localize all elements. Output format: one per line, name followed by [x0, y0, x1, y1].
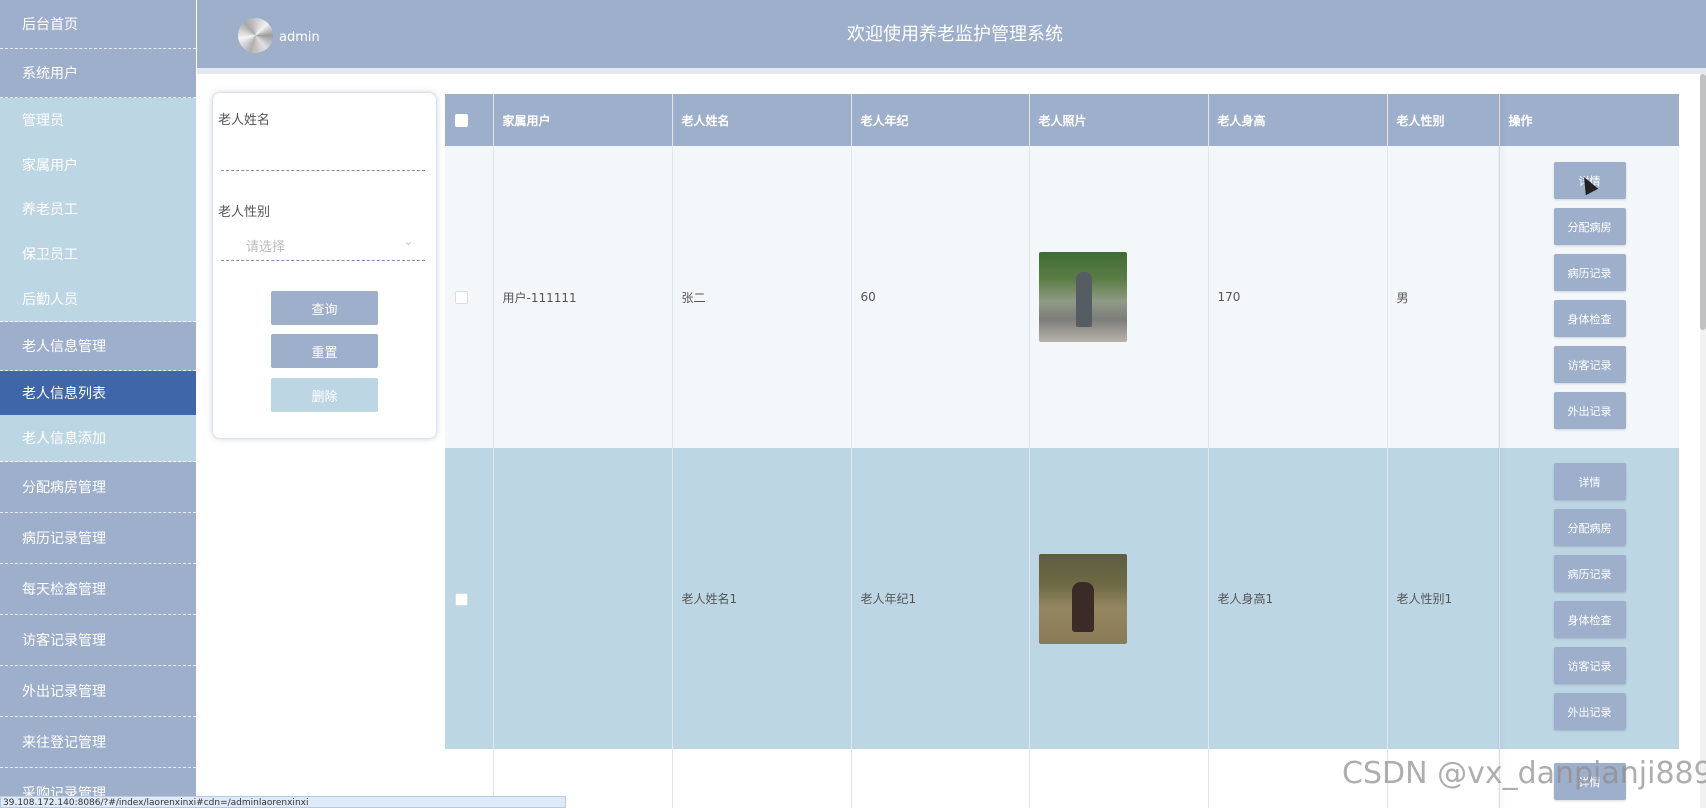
gender-select-placeholder: 请选择: [246, 240, 286, 255]
column-header[interactable]: 老人姓名: [672, 94, 852, 146]
detail-button[interactable]: 详情: [1553, 463, 1626, 500]
column-header[interactable]: 家属用户: [493, 94, 673, 146]
visitor-record-button[interactable]: 访客记录: [1553, 346, 1626, 383]
column-header[interactable]: 老人照片: [1029, 94, 1209, 146]
header-divider: [197, 68, 1706, 74]
select-all-checkbox[interactable]: [455, 114, 468, 127]
elder-photo[interactable]: [1038, 553, 1127, 644]
elder-photo-cell: [1029, 448, 1209, 749]
medical-record-button[interactable]: 病历记录: [1553, 254, 1626, 291]
elder-gender-cell: 老人性别1: [1387, 448, 1500, 749]
assign-ward-button[interactable]: 分配病房: [1553, 208, 1626, 245]
sidebar-item-outing-records[interactable]: 外出记录管理: [0, 666, 196, 717]
row-checkbox[interactable]: [455, 592, 468, 606]
elder-name-cell: 老人姓名1: [672, 448, 852, 749]
sidebar-item-visit-registration[interactable]: 来往登记管理: [0, 717, 196, 768]
visitor-record-button[interactable]: 访客记录: [1553, 647, 1626, 684]
table-row[interactable]: 老人姓名1 老人年纪1 老人身高1 老人性别1 详情 分配病房 病历记录 身体检…: [445, 448, 1679, 749]
admin-username: admin: [279, 30, 320, 45]
family-user-cell: 用户-111111: [493, 146, 673, 448]
elder-height-cell: 170: [1208, 146, 1388, 448]
reset-button[interactable]: 重置: [271, 334, 378, 368]
column-header: 操作: [1499, 94, 1679, 146]
column-header[interactable]: 老人年纪: [851, 94, 1030, 146]
elder-gender-cell: 男: [1387, 146, 1500, 448]
outing-record-button[interactable]: 外出记录: [1553, 392, 1626, 429]
delete-button[interactable]: 删除: [271, 378, 378, 412]
sidebar-item-label: 管理员: [22, 113, 64, 129]
sidebar-item-label: 养老员工: [22, 202, 78, 218]
query-button[interactable]: 查询: [271, 291, 378, 325]
elder-height-cell: 老人身高1: [1208, 448, 1388, 749]
sidebar-item-label: 系统用户: [22, 66, 78, 82]
sidebar-item-label: 外出记录管理: [22, 684, 106, 700]
watermark: CSDN @vx_danpianji889: [1342, 756, 1706, 791]
sidebar-item-label: 老人信息管理: [22, 339, 106, 355]
physical-exam-button[interactable]: 身体检查: [1553, 601, 1626, 638]
elder-name-cell: 张二: [672, 146, 852, 448]
elder-photo-cell: [1029, 146, 1209, 448]
column-header[interactable]: 老人性别: [1387, 94, 1500, 146]
sidebar-item-label: 分配病房管理: [22, 480, 106, 496]
elder-photo[interactable]: [1038, 252, 1127, 342]
medical-record-button[interactable]: 病历记录: [1553, 555, 1626, 592]
elder-name-label: 老人姓名: [218, 113, 271, 128]
sidebar-item-medical-records[interactable]: 病历记录管理: [0, 513, 196, 564]
sidebar-item-elder-info[interactable]: 老人信息管理: [0, 322, 196, 371]
sidebar-item-elder-add[interactable]: 老人信息添加: [0, 415, 196, 462]
sidebar-item-label: 老人信息添加: [22, 431, 106, 447]
elder-table: 家属用户 老人姓名 老人年纪 老人照片 老人身高 老人性别 操作 用户-1111…: [445, 94, 1679, 808]
row-checkbox[interactable]: [455, 291, 468, 304]
sidebar-item-label: 访客记录管理: [22, 633, 106, 649]
assign-ward-button[interactable]: 分配病房: [1553, 509, 1626, 546]
search-panel: 老人姓名 老人性别 请选择 ⌄ 查询 重置 删除: [212, 92, 437, 439]
sidebar-item-label: 后勤人员: [22, 291, 78, 308]
outing-record-button[interactable]: 外出记录: [1553, 693, 1626, 730]
elder-gender-label: 老人性别: [218, 205, 271, 220]
sidebar-item-ward-allocation[interactable]: 分配病房管理: [0, 462, 196, 513]
physical-exam-button[interactable]: 身体检查: [1553, 300, 1626, 337]
actions-cell: 详情 分配病房 病历记录 身体检查 访客记录 外出记录: [1499, 448, 1679, 749]
sidebar-item-label: 家属用户: [22, 157, 78, 174]
table-header-row: 家属用户 老人姓名 老人年纪 老人照片 老人身高 老人性别 操作: [445, 94, 1679, 146]
sidebar-item-care-staff[interactable]: 养老员工: [0, 187, 196, 231]
sidebar-item-label: 病历记录管理: [22, 531, 106, 547]
chevron-down-icon: ⌄: [403, 235, 413, 248]
sidebar-item-home[interactable]: 后台首页: [0, 0, 196, 49]
elder-name-input[interactable]: [221, 143, 425, 171]
sidebar-item-system-users[interactable]: 系统用户: [0, 49, 196, 98]
sidebar-item-label: 保卫员工: [22, 246, 78, 263]
sidebar-item-label: 后台首页: [22, 17, 78, 33]
family-user-cell: [493, 448, 673, 749]
status-bar-url: 39.108.172.140:8086/?#/index/laorenxinxi…: [0, 796, 566, 808]
elder-gender-select[interactable]: 请选择 ⌄: [221, 227, 425, 261]
avatar[interactable]: [238, 18, 273, 53]
table-row[interactable]: 用户-111111 张二 60 170 男 详情 分配病房 病历记录 身体检查 …: [445, 146, 1679, 448]
sidebar-item-admin[interactable]: 管理员: [0, 98, 196, 142]
actions-column-shadow: [1498, 94, 1506, 808]
sidebar: 后台首页 系统用户 管理员 家属用户 养老员工 保卫员工 后勤人员 老人信息管理…: [0, 0, 196, 808]
elder-age-cell: 60: [851, 146, 1030, 448]
column-header[interactable]: 老人身高: [1208, 94, 1388, 146]
sidebar-item-logistics-staff[interactable]: 后勤人员: [0, 276, 196, 322]
sidebar-item-visitor-records[interactable]: 访客记录管理: [0, 615, 196, 666]
sidebar-item-label: 老人信息列表: [22, 386, 106, 402]
page-scrollbar-thumb[interactable]: [1700, 74, 1706, 330]
sidebar-item-daily-checks[interactable]: 每天检查管理: [0, 564, 196, 615]
elder-age-cell: 老人年纪1: [851, 448, 1030, 749]
sidebar-item-security-staff[interactable]: 保卫员工: [0, 231, 196, 276]
sidebar-item-label: 每天检查管理: [22, 582, 106, 598]
sidebar-item-elder-list[interactable]: 老人信息列表: [0, 371, 196, 415]
page-title: 欢迎使用养老监护管理系统: [847, 24, 1063, 45]
sidebar-item-family-users[interactable]: 家属用户: [0, 142, 196, 187]
sidebar-item-label: 来往登记管理: [22, 735, 106, 751]
